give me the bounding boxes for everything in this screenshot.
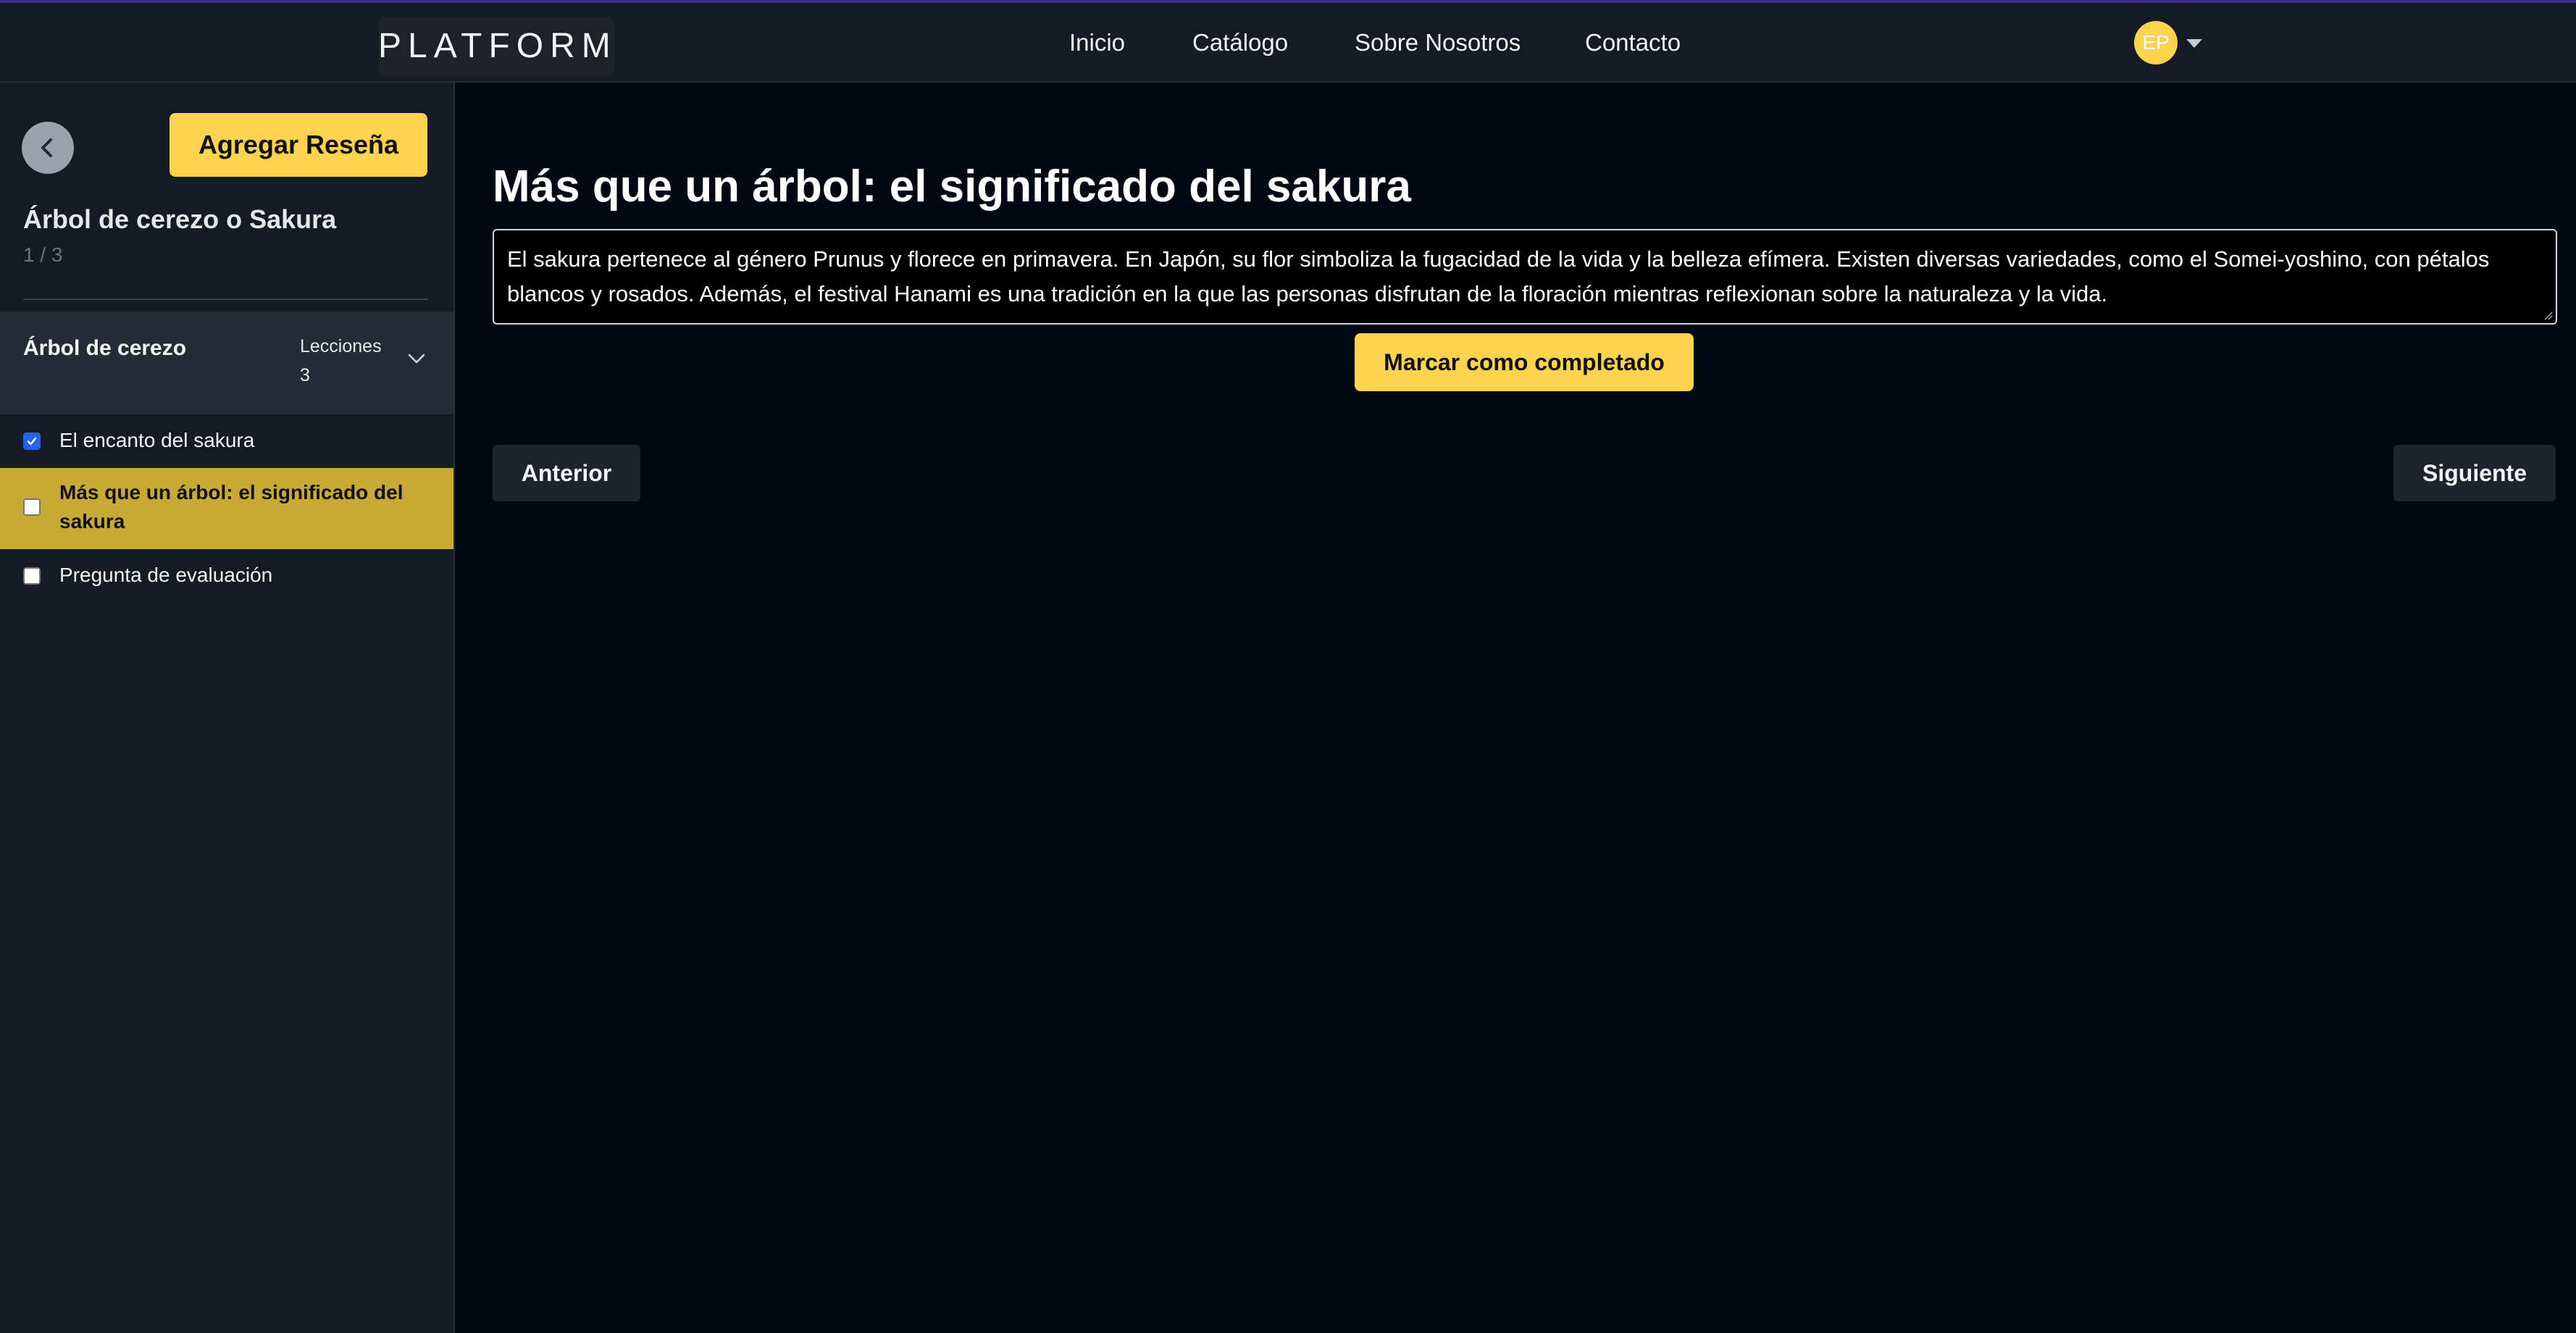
lessons-count: 3 [300, 365, 310, 385]
course-sidebar: Agregar Reseña Árbol de cerezo o Sakura … [0, 83, 455, 1333]
platform-logo[interactable]: PLATFORM [378, 17, 614, 75]
top-navbar: PLATFORM Inicio Catálogo Sobre Nosotros … [0, 3, 2576, 83]
lesson-label: Más que un árbol: el significado del sak… [59, 481, 403, 532]
lesson-title: Más que un árbol: el significado del sak… [493, 162, 1411, 212]
chevron-left-icon [41, 138, 52, 157]
next-button[interactable]: Siguiente [2393, 445, 2556, 501]
lesson-item-active[interactable]: Más que un árbol: el significado del sak… [0, 468, 453, 549]
nav-link-catalogo[interactable]: Catálogo [1192, 29, 1288, 57]
caret-down-icon[interactable] [2186, 39, 2202, 48]
previous-button[interactable]: Anterior [493, 445, 640, 501]
lesson-checkbox[interactable] [23, 433, 41, 450]
lesson-label: Pregunta de evaluación [59, 564, 273, 586]
add-review-button[interactable]: Agregar Reseña [170, 113, 427, 177]
user-avatar[interactable]: EP [2134, 21, 2178, 64]
course-title: Árbol de cerezo o Sakura [23, 204, 337, 234]
lesson-text: El sakura pertenece al género Prunus y f… [507, 246, 2490, 306]
nav-link-inicio[interactable]: Inicio [1069, 29, 1125, 57]
back-button[interactable] [22, 122, 74, 174]
sidebar-divider [23, 298, 427, 300]
lesson-text-area[interactable]: El sakura pertenece al género Prunus y f… [493, 229, 2557, 325]
resize-handle-icon[interactable] [2541, 309, 2553, 320]
lesson-item[interactable]: Pregunta de evaluación [0, 555, 453, 596]
nav-link-contacto[interactable]: Contacto [1585, 29, 1681, 57]
lessons-label: Lecciones [300, 336, 382, 356]
lesson-checkbox[interactable] [23, 498, 41, 516]
checkmark-icon [27, 437, 37, 446]
module-header[interactable]: Árbol de cerezo Lecciones 3 [0, 312, 453, 414]
mark-complete-button[interactable]: Marcar como completado [1355, 333, 1694, 391]
lesson-item[interactable]: El encanto del sakura [0, 420, 453, 461]
course-progress: 1 / 3 [23, 243, 63, 266]
nav-link-sobre-nosotros[interactable]: Sobre Nosotros [1355, 29, 1521, 57]
lesson-checkbox[interactable] [23, 567, 41, 585]
chevron-down-icon[interactable] [406, 348, 427, 369]
lesson-label: El encanto del sakura [59, 429, 255, 451]
module-title: Árbol de cerezo [23, 336, 187, 360]
